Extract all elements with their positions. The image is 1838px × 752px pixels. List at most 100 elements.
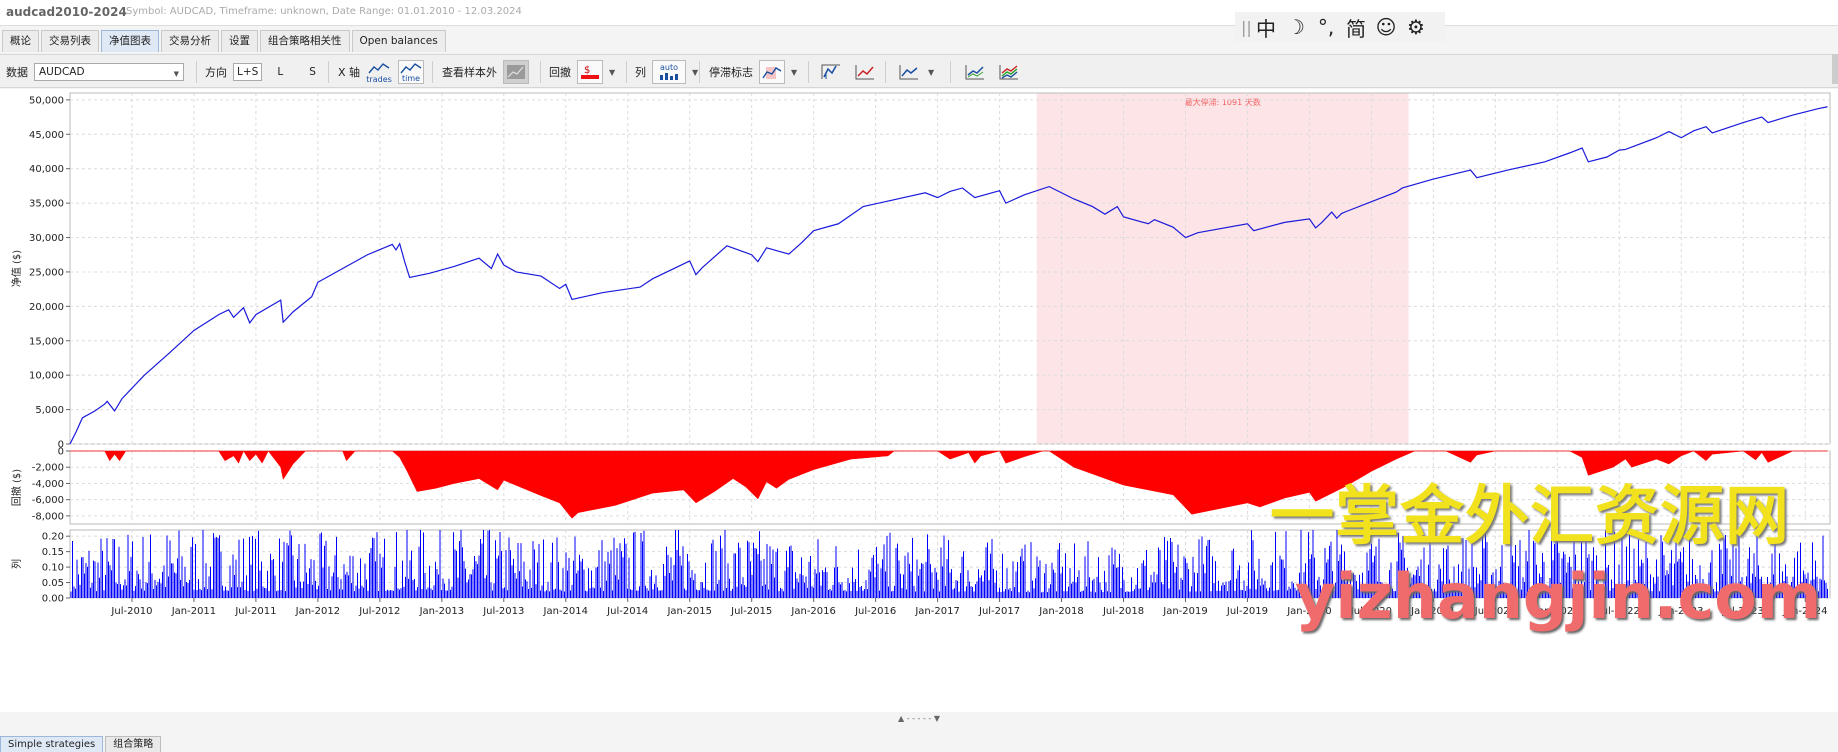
- x-tick-label: Jan-2023: [1658, 606, 1703, 617]
- compare-chart-icon[interactable]: [962, 60, 988, 84]
- y-tick-label: 0.20: [42, 532, 64, 543]
- y-tick-label: 0.00: [42, 594, 64, 605]
- chinese-input-icon[interactable]: 中: [1251, 13, 1281, 42]
- tab-portfolio-correlation[interactable]: 组合策略相关性: [260, 30, 350, 52]
- x-tick-label: Jan-2016: [790, 606, 835, 617]
- bottom-tabs: Simple strategies 组合策略: [0, 736, 162, 752]
- y-tick-label: 25,000: [29, 267, 64, 278]
- x-tick-label: Jan-2013: [419, 606, 464, 617]
- punctuation-icon[interactable]: °,: [1311, 15, 1341, 39]
- tab-simple-strategies[interactable]: Simple strategies: [0, 736, 104, 752]
- chevron-down-icon[interactable]: ▼: [609, 68, 615, 77]
- app-title: audcad2010-2024: [6, 5, 127, 19]
- y-tick-label: 0.05: [42, 578, 64, 589]
- stagnation-label: 最大停滞: 1091 天数: [1185, 97, 1261, 107]
- xaxis-trades-button[interactable]: trades: [366, 60, 392, 84]
- x-tick-label: Jul-2023: [1722, 606, 1764, 617]
- divider: [885, 61, 886, 83]
- divider: [808, 61, 809, 83]
- y-tick-label: 15,000: [29, 336, 64, 347]
- tab-open-balances[interactable]: Open balances: [351, 30, 446, 52]
- y-tick-label: 0.15: [42, 547, 64, 558]
- x-tick-label: Jan-2021: [1410, 606, 1455, 617]
- x-tick-label: Jan-2020: [1286, 606, 1331, 617]
- x-tick-label: Jul-2015: [730, 606, 772, 617]
- equity-chart[interactable]: 最大停滞: 1091 天数 0 5,000 10,000 15,000 20,000 25,…: [0, 89, 1838, 712]
- x-tick-label: Jul-2020: [1350, 606, 1392, 617]
- scrollbar[interactable]: [1832, 54, 1838, 84]
- xaxis-time-button[interactable]: time: [398, 60, 425, 84]
- y-axis-label: 净值 ($): [10, 250, 23, 287]
- stagnation-label: 停滞标志: [709, 66, 753, 79]
- oos-toggle[interactable]: [503, 60, 529, 84]
- dollar-drawdown-icon: $: [581, 65, 599, 79]
- y-tick-label: -2,000: [32, 463, 64, 474]
- x-tick-label: Jul-2011: [234, 606, 276, 617]
- x-tick-label: Jan-2018: [1038, 606, 1083, 617]
- chart-type-bars-icon[interactable]: [818, 60, 844, 84]
- tab-settings[interactable]: 设置: [221, 30, 258, 52]
- tab-equity-chart[interactable]: 净值图表: [101, 30, 159, 52]
- y-tick-label: -8,000: [32, 511, 64, 522]
- data-select[interactable]: AUDCAD: [34, 63, 184, 82]
- chart-area: 最大停滞: 1091 天数 0 5,000 10,000 15,000 20,000 25,…: [0, 89, 1838, 712]
- y-axis-label: 回撤 ($): [10, 469, 23, 506]
- x-tick-label: Jan-2017: [914, 606, 959, 617]
- y-tick-label: -6,000: [32, 495, 64, 506]
- stagnation-chart-icon: [762, 67, 782, 79]
- y-tick-label: -4,000: [32, 479, 64, 490]
- tab-portfolio-strategies[interactable]: 组合策略: [105, 736, 162, 752]
- gear-icon[interactable]: ⚙: [1401, 15, 1431, 39]
- x-tick-label: Jul-2016: [854, 606, 896, 617]
- x-tick-label: Jul-2012: [358, 606, 400, 617]
- x-tick-label: Jan-2015: [666, 606, 711, 617]
- chart-toolbar: 数据 AUDCAD 方向 L+S L S X 轴 trades time 查看样…: [0, 54, 1838, 88]
- y-axis-label: 列: [10, 559, 23, 569]
- y-tick-label: 50,000: [29, 95, 64, 106]
- plot-frame: [69, 450, 1831, 525]
- y-tick-label: 40,000: [29, 164, 64, 175]
- y-tick-label: 0: [58, 447, 64, 458]
- chart-type-line-icon[interactable]: [852, 60, 878, 84]
- column-auto-button[interactable]: auto: [652, 60, 686, 84]
- drawdown-area: [70, 450, 1828, 519]
- chevron-down-icon[interactable]: ▼: [928, 68, 934, 77]
- emoji-icon[interactable]: ☺: [1371, 15, 1401, 39]
- simplified-icon[interactable]: 简: [1341, 13, 1371, 42]
- x-tick-label: Jul-2018: [1102, 606, 1144, 617]
- tab-trade-list[interactable]: 交易列表: [41, 30, 99, 52]
- bars-icon: [660, 73, 678, 80]
- moon-icon[interactable]: ☽: [1281, 15, 1311, 39]
- oos-label: 查看样本外: [442, 66, 497, 79]
- stagnation-button[interactable]: [759, 60, 785, 84]
- direction-short-toggle[interactable]: S: [306, 64, 319, 80]
- x-tick-label: Jul-2022: [1598, 606, 1640, 617]
- x-tick-label: Jan-2022: [1534, 606, 1579, 617]
- equity-line: [69, 106, 1828, 445]
- tab-overview[interactable]: 概论: [2, 30, 39, 52]
- y-tick-label: 35,000: [29, 199, 64, 210]
- y-tick-label: 10,000: [29, 371, 64, 382]
- direction-ls-toggle[interactable]: L+S: [233, 63, 263, 81]
- divider: [432, 61, 433, 83]
- x-tick-label: Jul-2021: [1474, 606, 1516, 617]
- stagnation-band: [1036, 93, 1409, 444]
- y-tick-label: 20,000: [29, 302, 64, 313]
- x-tick-label: Jan-2014: [543, 606, 588, 617]
- chevron-down-icon[interactable]: ▼: [791, 68, 797, 77]
- divider: [626, 61, 627, 83]
- volume-bars: [70, 530, 1828, 598]
- chevron-down-icon[interactable]: ▼: [692, 68, 698, 77]
- divider: [196, 61, 197, 83]
- direction-long-toggle[interactable]: L: [274, 64, 286, 80]
- line-chart-icon[interactable]: [896, 60, 922, 84]
- panel-resize-handle[interactable]: ▲ - - - - - ▼: [0, 712, 1838, 726]
- multi-series-chart-icon[interactable]: [996, 60, 1022, 84]
- app-info: Symbol: AUDCAD, Timeframe: unknown, Date…: [126, 6, 522, 17]
- divider: [540, 61, 541, 83]
- divider: [950, 61, 951, 83]
- xaxis-label: X 轴: [338, 66, 361, 79]
- drawdown-button[interactable]: $: [577, 60, 603, 84]
- x-tick-label: Jul-2010: [110, 606, 152, 617]
- tab-trade-analysis[interactable]: 交易分析: [161, 30, 219, 52]
